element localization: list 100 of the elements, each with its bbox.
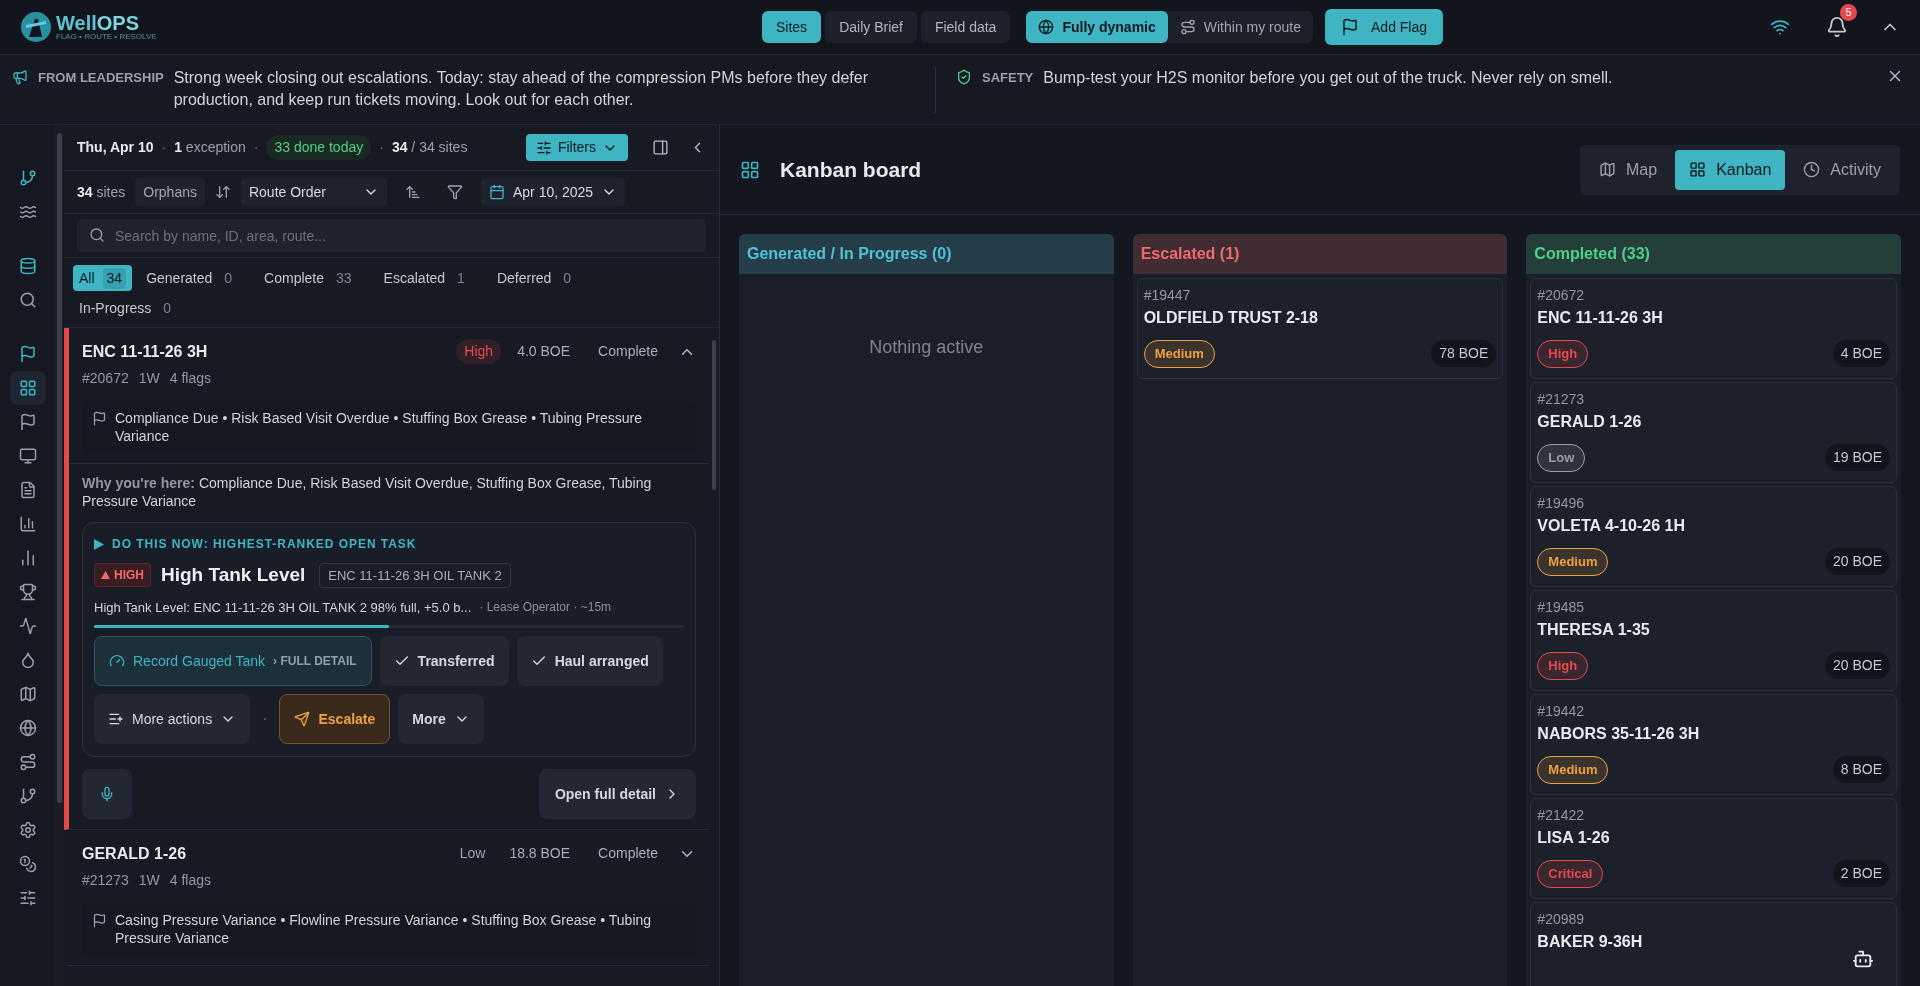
search-field[interactable]: Search by name, ID, area, route... [77, 219, 706, 252]
banner-text: Bump-test your H2S monitor before you get out of the truck. Never rely on smell. [1043, 68, 1613, 88]
kanban-card[interactable]: #19447 OLDFIELD TRUST 2-18 Medium 78 BOE [1136, 278, 1504, 379]
asset-tag: ENC 11-11-26 3H OIL TANK 2 [319, 562, 511, 588]
boe-tag: 20 BOE [1825, 652, 1890, 680]
flag-count: 4 flags [169, 369, 211, 388]
status-label: Complete [598, 342, 658, 361]
banner-label: SAFETY [982, 69, 1034, 87]
more-actions-button[interactable]: More actions [94, 694, 251, 744]
clock-icon [1803, 161, 1821, 178]
priority-tag: Medium [1537, 756, 1609, 784]
scrollbar-thumb[interactable] [712, 340, 716, 490]
date-picker[interactable]: Apr 10, 2025 [480, 178, 626, 206]
more-button[interactable]: More [398, 694, 484, 744]
mode-toggle[interactable]: Within my route [1167, 11, 1313, 43]
card-id: #21422 [1537, 806, 1586, 825]
status-tab[interactable]: All 34 [73, 265, 133, 291]
add-flag-button[interactable]: Add Flag [1325, 9, 1444, 45]
banner-text: Strong week closing out escalations. Today: stay ahead of the compression PMs before they defer production, and keep run tickets moving. Look out for each other. [173, 68, 869, 110]
open-detail-button[interactable]: Open full detail [538, 769, 696, 819]
status-tab[interactable]: Generated 0 [140, 265, 243, 291]
kanban-card[interactable]: #20672 ENC 11-11-26 3H High 4 BOE [1530, 278, 1897, 379]
filter-icon[interactable] [446, 184, 463, 200]
kanban-card[interactable]: #21422 LISA 1-26 Critical 2 BOE [1530, 798, 1897, 899]
site-total: 34 / 34 sites [391, 138, 468, 157]
column-title: Completed (33) [1534, 244, 1650, 264]
warning-icon [101, 571, 110, 580]
check-button[interactable]: Transferred [379, 636, 509, 686]
logo-icon [20, 11, 52, 43]
globe-icon [1038, 19, 1055, 35]
date-label: Thu, Apr 10 [77, 138, 154, 157]
document-icon [18, 481, 37, 499]
site-id: #21273 [82, 871, 129, 890]
nav-tab[interactable]: Daily Brief [825, 11, 917, 43]
check-button[interactable]: Haul arranged [516, 636, 663, 686]
card-title: OLDFIELD TRUST 2-18 [1143, 308, 1319, 328]
site-name: GERALD 1-26 [82, 843, 187, 864]
sort-select[interactable]: Route Order [240, 178, 387, 206]
filters-button[interactable]: Filters [525, 134, 628, 161]
gauge-icon [109, 653, 125, 669]
flag-icon [1341, 18, 1359, 36]
sort-direction-icon[interactable] [404, 184, 421, 200]
boe-tag: 4 BOE [1832, 340, 1890, 368]
site-card[interactable] [64, 328, 709, 830]
pulse-icon [18, 617, 37, 635]
notifications-icon[interactable] [1826, 16, 1848, 38]
calendar-icon [488, 184, 505, 200]
rail-grid-button[interactable] [9, 371, 46, 405]
priority-tag: Medium [1537, 548, 1609, 576]
status-tab[interactable]: Deferred 0 [490, 265, 582, 291]
route-icon [18, 753, 37, 771]
coins-icon [18, 855, 37, 873]
banner-label: FROM LEADERSHIP [38, 69, 164, 87]
kanban-card[interactable]: #21273 GERALD 1-26 Low 19 BOE [1530, 382, 1897, 483]
card-id: #19485 [1537, 598, 1586, 617]
grid-icon [1689, 161, 1707, 178]
route-icon [1179, 19, 1196, 35]
search-icon [18, 291, 37, 309]
view-tab[interactable]: Activity [1789, 149, 1895, 190]
microphone-button[interactable] [82, 769, 132, 819]
site-card[interactable]: GERALD 1-26 Low 18.8 BOE Complete #21273 1W 4 flags Casing Pressure Variance • Flowline Pressure Variance • Stuffing Box Grease • Tubing Pressure Variance [64, 830, 709, 966]
map-icon [1599, 161, 1617, 178]
view-tab[interactable]: Kanban [1675, 149, 1786, 190]
view-tab[interactable]: Map [1585, 149, 1672, 190]
record-button[interactable]: Record Gauged Tank › FULL DETAIL [94, 636, 372, 686]
status-tab[interactable]: Escalated 1 [377, 265, 475, 291]
status-tab[interactable]: Complete 33 [258, 265, 362, 291]
sort-icon[interactable] [214, 184, 231, 200]
robot-icon[interactable] [1852, 948, 1874, 970]
kanban-card[interactable]: #19442 NABORS 35-11-26 3H Medium 8 BOE [1530, 694, 1897, 795]
nav-tab[interactable]: Field data [920, 11, 1011, 43]
flags-text: Compliance Due • Risk Based Visit Overdue • Stuffing Box Grease • Tubing Pressure Variance [115, 409, 643, 445]
wifi-icon[interactable] [1770, 17, 1790, 37]
priority-tag: Critical [1537, 860, 1604, 888]
orphans-button[interactable]: Orphans [135, 178, 205, 206]
separator-dot: · [262, 709, 268, 729]
logo-text: WellOPS [56, 13, 140, 33]
trophy-icon [18, 583, 37, 601]
mode-toggle[interactable]: Fully dynamic [1026, 11, 1168, 43]
panel-toggle-icon[interactable] [652, 139, 669, 156]
boe-tag: 19 BOE [1825, 444, 1890, 472]
kanban-card[interactable]: #19485 THERESA 1-35 High 20 BOE [1530, 590, 1897, 691]
priority-tag: Low [1537, 444, 1586, 472]
card-title: NABORS 35-11-26 3H [1537, 724, 1701, 744]
card-title: LISA 1-26 [1537, 828, 1611, 848]
microphone-icon [99, 786, 115, 802]
escalate-button[interactable]: Escalate [279, 694, 391, 744]
status-tab[interactable]: In-Progress 0 [73, 295, 182, 321]
priority-label: Low [458, 844, 487, 863]
boe-value: 4.0 BOE [517, 342, 571, 361]
sliders-icon [535, 139, 552, 156]
flag-count: 4 flags [169, 871, 211, 890]
sliders-icon [18, 889, 37, 907]
kanban-card[interactable]: #19496 VOLETA 4-10-26 1H Medium 20 BOE [1530, 486, 1897, 587]
kanban-card[interactable]: #20989 BAKER 9-36H [1530, 902, 1897, 986]
monitor-icon [18, 447, 37, 465]
list-icon [108, 711, 124, 727]
nav-tab[interactable]: Sites [762, 11, 822, 43]
priority-tag: High [1537, 652, 1589, 680]
card-id: #19442 [1537, 702, 1586, 721]
